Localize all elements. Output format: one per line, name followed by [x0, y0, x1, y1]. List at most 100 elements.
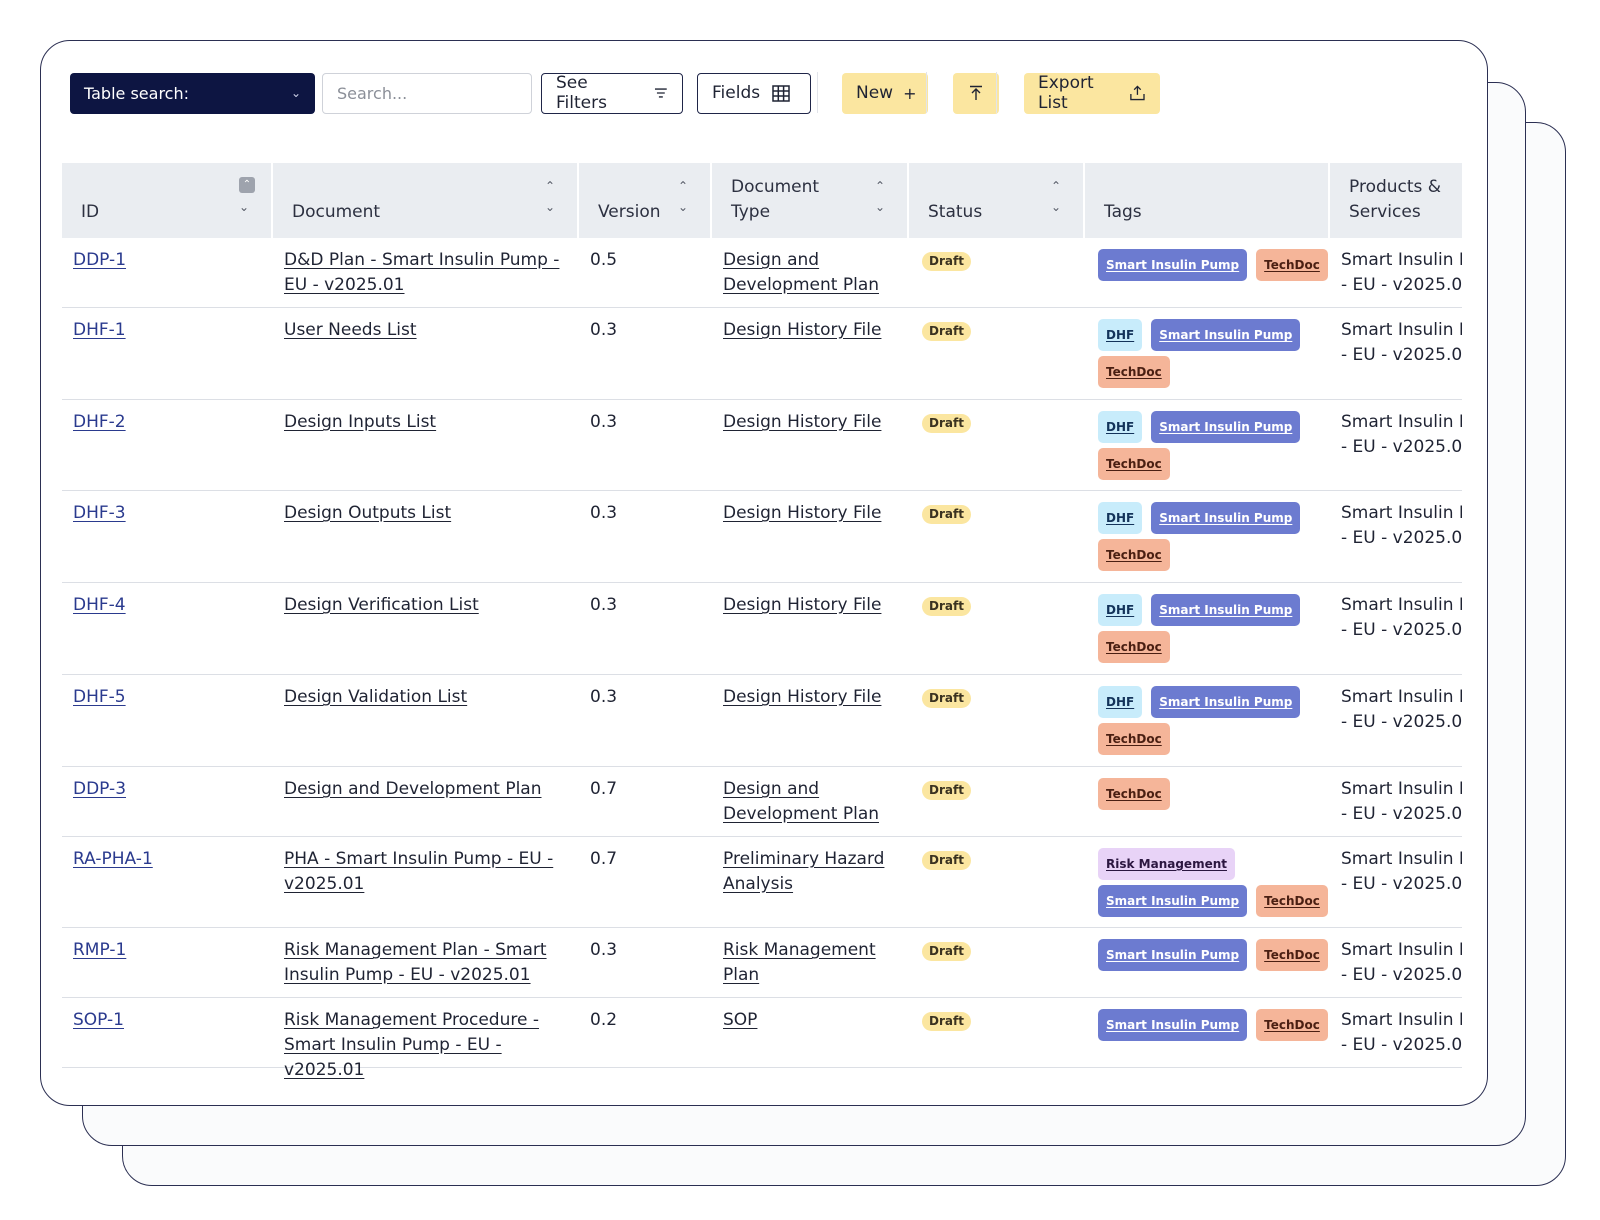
- document-type-link[interactable]: SOP: [723, 1010, 757, 1030]
- document-type-link[interactable]: Design History File: [723, 412, 881, 432]
- table-row[interactable]: DHF-1 User Needs List 0.3 Design History…: [62, 308, 1462, 400]
- table-row[interactable]: DHF-5 Design Validation List 0.3 Design …: [62, 675, 1462, 767]
- table-row[interactable]: DHF-2 Design Inputs List 0.3 Design Hist…: [62, 400, 1462, 491]
- sort-descending-icon[interactable]: ⌄: [1051, 200, 1061, 214]
- document-title-link[interactable]: D&D Plan - Smart Insulin Pump - EU - v20…: [284, 250, 559, 295]
- document-title-link[interactable]: Design Inputs List: [284, 412, 436, 432]
- chevron-down-icon: ⌄: [290, 86, 301, 100]
- column-header-id[interactable]: ID ⌃ ⌄: [62, 163, 273, 238]
- see-filters-button[interactable]: See Filters: [541, 72, 683, 114]
- column-header-status[interactable]: Status ⌃ ⌄: [909, 163, 1085, 238]
- table-row[interactable]: DDP-3 Design and Development Plan 0.7 De…: [62, 767, 1462, 837]
- tag-chip[interactable]: TechDoc: [1256, 249, 1328, 281]
- document-type-link[interactable]: Design History File: [723, 503, 881, 523]
- document-type-link[interactable]: Risk Management Plan: [723, 940, 876, 985]
- document-title-link[interactable]: Design Outputs List: [284, 503, 451, 523]
- column-header-document[interactable]: Document ⌃ ⌄: [273, 163, 579, 238]
- column-header-tags[interactable]: Tags: [1085, 163, 1330, 238]
- document-id-link[interactable]: DHF-4: [73, 595, 126, 615]
- tag-chip[interactable]: TechDoc: [1098, 448, 1170, 480]
- table-row[interactable]: RA-PHA-1 PHA - Smart Insulin Pump - EU -…: [62, 837, 1462, 928]
- document-id-link[interactable]: DHF-2: [73, 412, 126, 432]
- document-id-link[interactable]: RA-PHA-1: [73, 849, 153, 869]
- table-row[interactable]: DDP-1 D&D Plan - Smart Insulin Pump - EU…: [62, 238, 1462, 308]
- status-badge: Draft: [922, 252, 971, 271]
- sort-descending-icon[interactable]: ⌄: [545, 200, 555, 214]
- tag-chip[interactable]: Smart Insulin Pump: [1151, 686, 1301, 718]
- column-header-version[interactable]: Version ⌃ ⌄: [579, 163, 712, 238]
- sort-descending-icon[interactable]: ⌄: [239, 200, 249, 214]
- document-type-link[interactable]: Design History File: [723, 595, 881, 615]
- tag-chip[interactable]: TechDoc: [1098, 356, 1170, 388]
- tag-chip[interactable]: TechDoc: [1098, 778, 1170, 810]
- sort-ascending-icon[interactable]: ⌃: [875, 179, 885, 193]
- tag-chip[interactable]: Smart Insulin Pump: [1151, 411, 1301, 443]
- tag-chip[interactable]: TechDoc: [1256, 1009, 1328, 1041]
- document-id-link[interactable]: SOP-1: [73, 1010, 124, 1030]
- tag-chip[interactable]: TechDoc: [1256, 939, 1328, 971]
- document-title-link[interactable]: Risk Management Plan - Smart Insulin Pum…: [284, 940, 547, 985]
- column-header-products-services[interactable]: Products & Services: [1330, 163, 1462, 238]
- product-name: Smart Insulin Pump: [1341, 1010, 1462, 1030]
- tag-chip[interactable]: Smart Insulin Pump: [1098, 885, 1248, 917]
- sort-descending-icon[interactable]: ⌄: [678, 200, 688, 214]
- new-button[interactable]: New +: [842, 72, 928, 114]
- tag-chip[interactable]: Smart Insulin Pump: [1151, 502, 1301, 534]
- document-id-link[interactable]: DHF-5: [73, 687, 126, 707]
- upload-button[interactable]: [953, 72, 999, 114]
- cell-version: 0.3: [579, 491, 712, 582]
- tag-chip[interactable]: DHF: [1098, 686, 1143, 718]
- tag-list: DHF Smart Insulin Pump TechDoc: [1096, 685, 1330, 755]
- tag-chip[interactable]: Smart Insulin Pump: [1098, 1009, 1248, 1041]
- document-id-link[interactable]: RMP-1: [73, 940, 126, 960]
- document-type-link[interactable]: Design and Development Plan: [723, 779, 879, 824]
- tag-chip[interactable]: Smart Insulin Pump: [1151, 594, 1301, 626]
- tag-chip[interactable]: Smart Insulin Pump: [1151, 319, 1301, 351]
- document-type-link[interactable]: Design and Development Plan: [723, 250, 879, 295]
- column-header-document-type[interactable]: Document Type ⌃ ⌄: [712, 163, 909, 238]
- tag-chip[interactable]: DHF: [1098, 319, 1143, 351]
- tag-chip[interactable]: Smart Insulin Pump: [1098, 939, 1248, 971]
- document-type-link[interactable]: Design History File: [723, 687, 881, 707]
- search-input[interactable]: [322, 72, 532, 114]
- sort-ascending-icon[interactable]: ⌃: [678, 179, 688, 193]
- fields-button[interactable]: Fields: [697, 72, 811, 114]
- document-id-link[interactable]: DHF-1: [73, 320, 126, 340]
- document-title-link[interactable]: Design and Development Plan: [284, 779, 542, 799]
- version-value: 0.7: [590, 779, 618, 799]
- cell-status: Draft: [909, 675, 1085, 766]
- document-title-link[interactable]: User Needs List: [284, 320, 417, 340]
- table-row[interactable]: DHF-3 Design Outputs List 0.3 Design His…: [62, 491, 1462, 583]
- document-title-link[interactable]: Risk Management Procedure - Smart Insuli…: [284, 1010, 539, 1080]
- sort-ascending-icon[interactable]: ⌃: [239, 177, 255, 193]
- tag-chip[interactable]: DHF: [1098, 502, 1143, 534]
- tag-chip[interactable]: DHF: [1098, 594, 1143, 626]
- tag-chip[interactable]: TechDoc: [1098, 723, 1170, 755]
- table-row[interactable]: SOP-1 Risk Management Procedure - Smart …: [62, 998, 1462, 1080]
- tag-chip[interactable]: TechDoc: [1098, 539, 1170, 571]
- documents-table-card: Table search: ⌄ See Filters Fields New: [40, 40, 1488, 1106]
- sort-ascending-icon[interactable]: ⌃: [1051, 179, 1061, 193]
- document-type-link[interactable]: Design History File: [723, 320, 881, 340]
- cell-version: 0.7: [579, 837, 712, 927]
- document-title-link[interactable]: Design Verification List: [284, 595, 479, 615]
- table-row[interactable]: DHF-4 Design Verification List 0.3 Desig…: [62, 583, 1462, 675]
- tag-chip[interactable]: DHF: [1098, 411, 1143, 443]
- table-row[interactable]: RMP-1 Risk Management Plan - Smart Insul…: [62, 928, 1462, 998]
- tag-chip[interactable]: Risk Management: [1098, 848, 1235, 880]
- export-list-button[interactable]: Export List: [1024, 72, 1160, 114]
- sort-descending-icon[interactable]: ⌄: [875, 200, 885, 214]
- tag-chip[interactable]: TechDoc: [1098, 631, 1170, 663]
- table-search-select[interactable]: Table search: ⌄: [70, 72, 315, 114]
- sort-ascending-icon[interactable]: ⌃: [545, 179, 555, 193]
- document-id-link[interactable]: DDP-1: [73, 250, 126, 270]
- tag-chip[interactable]: Smart Insulin Pump: [1098, 249, 1248, 281]
- document-title-link[interactable]: Design Validation List: [284, 687, 467, 707]
- tag-chip[interactable]: TechDoc: [1256, 885, 1328, 917]
- cell-document: PHA - Smart Insulin Pump - EU - v2025.01: [273, 837, 579, 927]
- cell-status: Draft: [909, 928, 1085, 997]
- document-type-link[interactable]: Preliminary Hazard Analysis: [723, 849, 884, 894]
- document-id-link[interactable]: DHF-3: [73, 503, 126, 523]
- document-id-link[interactable]: DDP-3: [73, 779, 126, 799]
- document-title-link[interactable]: PHA - Smart Insulin Pump - EU - v2025.01: [284, 849, 553, 894]
